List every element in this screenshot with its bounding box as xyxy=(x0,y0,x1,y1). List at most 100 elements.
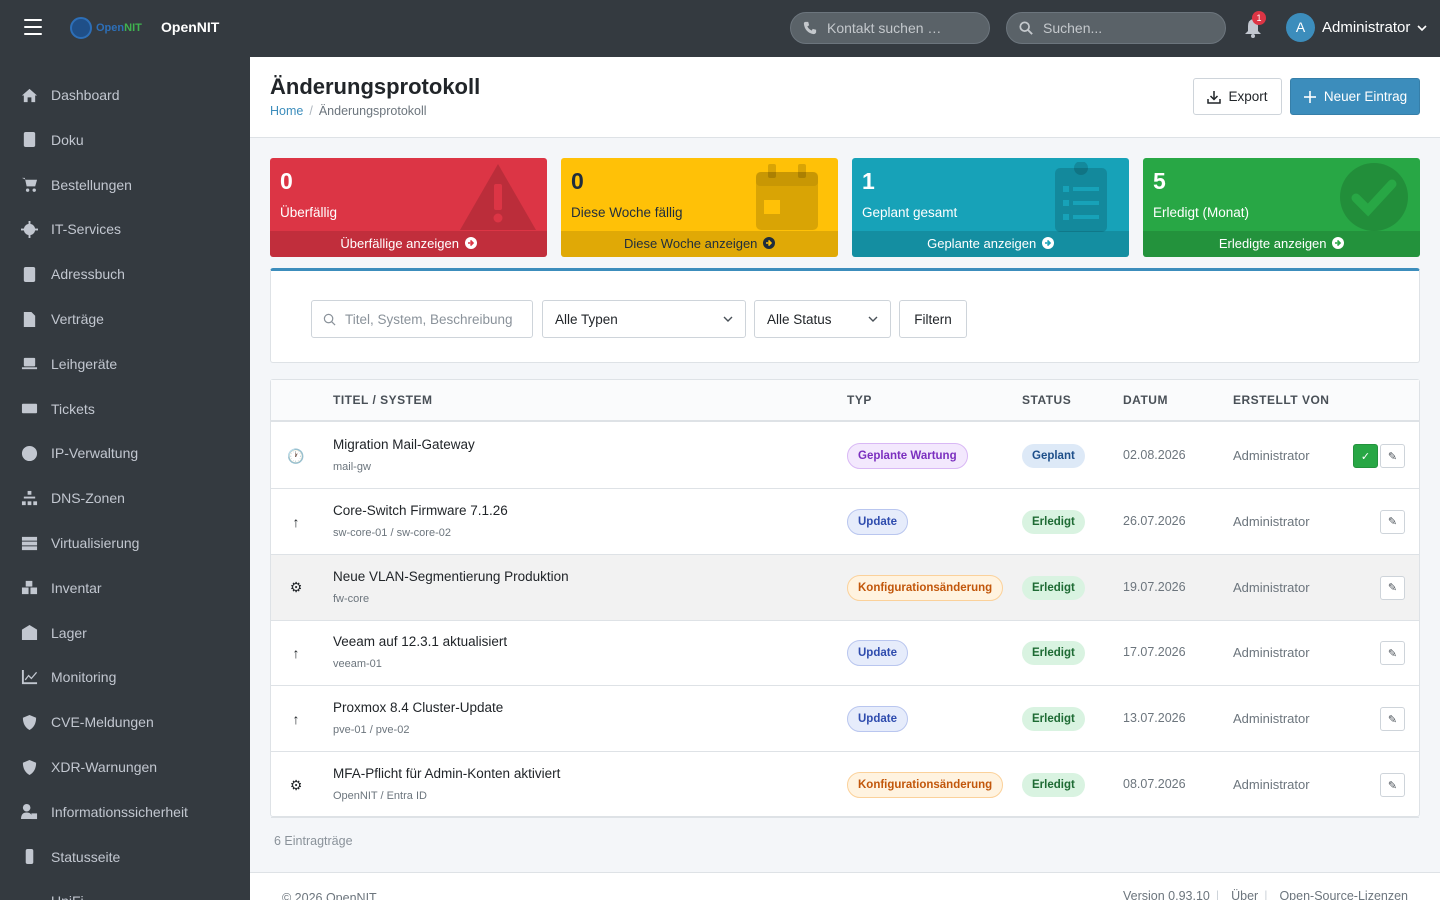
stat-value: 1 xyxy=(862,168,875,194)
sidebar-item-ip-verwaltung[interactable]: IP-Verwaltung xyxy=(0,433,250,473)
stat-value: 5 xyxy=(1153,168,1166,194)
gear-icon xyxy=(20,220,38,238)
plus-icon xyxy=(1303,90,1316,103)
globe-icon xyxy=(20,444,38,462)
row-date: 08.07.2026 xyxy=(1123,777,1186,791)
new-entry-button[interactable]: Neuer Eintrag xyxy=(1290,78,1420,115)
col-header-created-by[interactable]: ERSTELLT VON xyxy=(1233,393,1329,407)
export-button[interactable]: Export xyxy=(1193,78,1282,115)
stat-label: Überfällig xyxy=(280,205,338,220)
row-title[interactable]: Migration Mail-Gateway xyxy=(333,437,475,452)
sidebar-item-label: IP-Verwaltung xyxy=(51,445,139,462)
row-date: 19.07.2026 xyxy=(1123,579,1186,594)
chevron-down-icon xyxy=(723,316,733,322)
row-system: sw-core-01 / sw-core-02 xyxy=(333,526,451,539)
shield-virus-icon xyxy=(20,758,38,776)
warehouse-icon xyxy=(20,624,38,642)
stat-value: 0 xyxy=(280,168,293,194)
new-entry-label: Neuer Eintrag xyxy=(1323,89,1408,104)
table-row[interactable]: ↑ Proxmox 8.4 Cluster-Update pve-01 / pve-… xyxy=(271,686,1419,753)
sidebar-item-inventar[interactable]: Inventar xyxy=(0,568,250,608)
sidebar-item-leihgeräte[interactable]: Leihgeräte xyxy=(0,344,250,384)
table-row[interactable]: ⚙ MFA-Pflicht für Admin-Konten aktiviert O… xyxy=(271,752,1419,818)
sidebar-item-label: Bestellungen xyxy=(51,176,132,193)
row-created-by: Administrator xyxy=(1233,579,1310,595)
user-menu[interactable]: A Administrator xyxy=(1286,13,1427,42)
table-row[interactable]: ↑ Veeam auf 12.3.1 aktualisiert veeam-01 Up… xyxy=(271,620,1419,687)
sidebar-item-label: CVE-Meldungen xyxy=(51,714,154,731)
stat-link-done[interactable]: Erledigte anzeigen xyxy=(1143,231,1420,257)
row-title[interactable]: Core-Switch Firmware 7.1.26 xyxy=(333,503,508,518)
edit-button[interactable]: ✎ xyxy=(1380,509,1405,534)
sidebar-item-label: Lager xyxy=(51,624,87,641)
table-row[interactable]: 🕐 Migration Mail-Gateway mail-gw Geplante W… xyxy=(271,423,1419,489)
filter-button[interactable]: Filtern xyxy=(899,300,967,338)
sidebar-item-tickets[interactable]: Tickets xyxy=(0,389,250,429)
footer-links: Version 0.93.10 | Über | Open-Source-Lizenze… xyxy=(1117,889,1408,900)
edit-button[interactable]: ✎ xyxy=(1380,444,1405,468)
stat-value: 0 xyxy=(571,168,584,194)
edit-button[interactable]: ✎ xyxy=(1380,641,1405,666)
traffic-light-icon xyxy=(20,848,38,866)
brand-name[interactable]: OpenNIT xyxy=(161,19,219,35)
sidebar-item-cve-meldungen[interactable]: CVE-Meldungen xyxy=(0,702,250,742)
col-header-status[interactable]: STATUS xyxy=(1022,393,1071,407)
sidebar-item-informationssicherheit[interactable]: Informationssicherheit xyxy=(0,792,250,832)
status-select[interactable]: Alle Status xyxy=(754,300,891,338)
stat-link-overdue[interactable]: Überfällige anzeigen xyxy=(270,231,547,257)
type-badge: Update xyxy=(847,640,908,667)
col-header-type[interactable]: TYP xyxy=(847,393,872,407)
sidebar-item-dns-zonen[interactable]: DNS-Zonen xyxy=(0,478,250,518)
contact-search-input[interactable]: Kontakt suchen … xyxy=(790,12,990,44)
sidebar-item-it-services[interactable]: IT-Services xyxy=(0,209,250,249)
sitemap-icon xyxy=(20,489,38,507)
filter-search-input[interactable]: Titel, System, Beschreibung xyxy=(311,300,533,338)
arrow-up-icon: ↑ xyxy=(292,513,300,530)
sidebar-item-virtualisierung[interactable]: Virtualisierung xyxy=(0,523,250,563)
sidebar-item-statusseite[interactable]: Statusseite xyxy=(0,837,250,877)
arrow-up-icon: ↑ xyxy=(292,645,300,662)
stat-link-week[interactable]: Diese Woche anzeigen xyxy=(561,231,838,257)
stat-link-planned[interactable]: Geplante anzeigen xyxy=(852,231,1129,257)
sidebar-item-label: XDR-Warnungen xyxy=(51,759,158,775)
sidebar-item-unifi[interactable]: UniFi xyxy=(0,881,250,900)
sidebar-item-bestellungen[interactable]: Bestellungen xyxy=(0,165,250,205)
table-row[interactable]: ⚙ Neue VLAN-Segmentierung Produktion fw-co… xyxy=(271,554,1419,621)
type-select[interactable]: Alle Typen xyxy=(542,300,746,338)
row-title[interactable]: Veeam auf 12.3.1 aktualisiert xyxy=(333,634,507,649)
sidebar-item-label: UniFi xyxy=(51,893,84,900)
sidebar-item-adressbuch[interactable]: Adressbuch xyxy=(0,254,250,294)
mark-done-button[interactable]: ✓ xyxy=(1353,444,1378,468)
row-title[interactable]: Proxmox 8.4 Cluster-Update xyxy=(333,700,503,715)
home-icon xyxy=(20,86,38,104)
sidebar-item-verträge[interactable]: Verträge xyxy=(0,299,250,339)
sidebar-item-lager[interactable]: Lager xyxy=(0,613,250,653)
edit-button[interactable]: ✎ xyxy=(1380,575,1405,600)
user-lock-icon xyxy=(20,803,38,821)
sidebar-item-label: Leihgeräte xyxy=(51,355,118,372)
type-badge: Update xyxy=(847,508,908,535)
sidebar-item-doku[interactable]: Doku xyxy=(0,120,250,160)
col-header-date[interactable]: DATUM xyxy=(1123,393,1168,407)
type-badge: Update xyxy=(847,706,908,733)
edit-button[interactable]: ✎ xyxy=(1380,707,1405,732)
menu-toggle-icon[interactable] xyxy=(24,19,42,35)
row-title[interactable]: Neue VLAN-Segmentierung Produktion xyxy=(333,569,569,584)
sidebar-item-xdr-warnungen[interactable]: XDR-Warnungen xyxy=(0,747,250,787)
row-title[interactable]: MFA-Pflicht für Admin-Konten aktiviert xyxy=(333,766,560,781)
row-date: 13.07.2026 xyxy=(1123,711,1186,726)
table-row[interactable]: ↑ Core-Switch Firmware 7.1.26 sw-core-01 /… xyxy=(271,489,1419,555)
global-search-input[interactable]: Suchen... xyxy=(1006,12,1226,44)
sidebar-item-dashboard[interactable]: Dashboard xyxy=(0,75,250,115)
stat-done-month: 5 Erledigt (Monat) Erledigte anzeigen xyxy=(1143,158,1420,257)
breadcrumb-home[interactable]: Home xyxy=(270,104,303,118)
sidebar-item-monitoring[interactable]: Monitoring xyxy=(0,657,250,697)
row-created-by: Administrator xyxy=(1233,448,1310,463)
about-link[interactable]: Über xyxy=(1231,889,1258,900)
chart-line-icon xyxy=(20,668,38,686)
col-header-title[interactable]: TITEL / SYSTEM xyxy=(333,393,432,407)
brand-logo[interactable]: OpenNIT xyxy=(70,16,142,40)
licenses-link[interactable]: Open-Source-Lizenzen xyxy=(1279,889,1408,900)
edit-button[interactable]: ✎ xyxy=(1380,773,1405,797)
row-created-by: Administrator xyxy=(1233,513,1310,529)
